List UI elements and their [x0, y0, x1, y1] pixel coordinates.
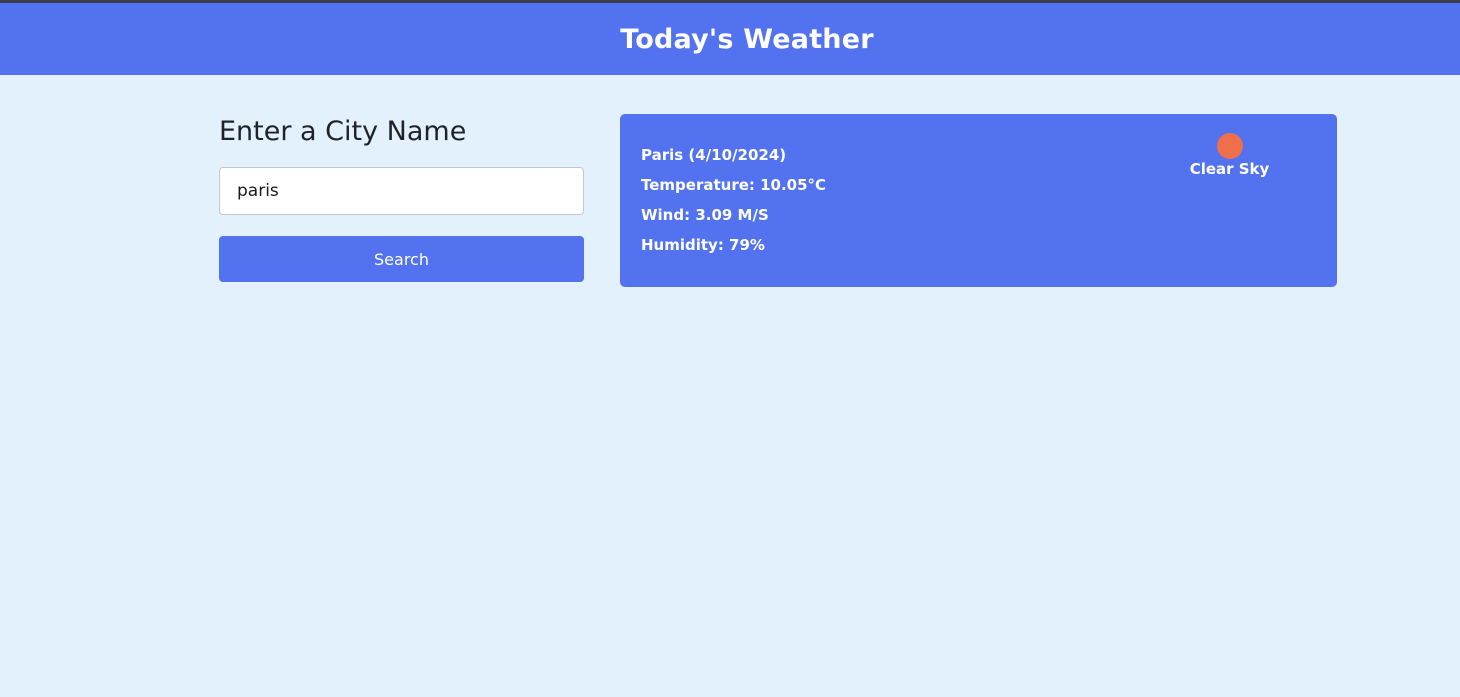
wind-text: Wind: 3.09 M/S	[641, 206, 769, 224]
temperature-text: Temperature: 10.05°C	[641, 176, 827, 194]
search-heading: Enter a City Name	[219, 116, 467, 147]
condition-text: Clear Sky	[1189, 160, 1270, 178]
humidity-text: Humidity: 79%	[641, 236, 765, 254]
app-header: Today's Weather	[0, 3, 1460, 75]
weather-condition: Clear Sky	[1187, 133, 1272, 178]
search-button[interactable]: Search	[219, 236, 584, 282]
city-input[interactable]	[219, 167, 584, 215]
search-panel: Enter a City Name Search	[219, 113, 584, 282]
weather-details: Paris (4/10/2024) Temperature: 10.05°C W…	[641, 142, 826, 262]
current-weather-card: Paris (4/10/2024) Temperature: 10.05°C W…	[620, 114, 1337, 287]
page-title: Today's Weather	[620, 23, 874, 55]
location-date: Paris (4/10/2024)	[641, 146, 787, 164]
sun-icon	[1216, 133, 1243, 159]
